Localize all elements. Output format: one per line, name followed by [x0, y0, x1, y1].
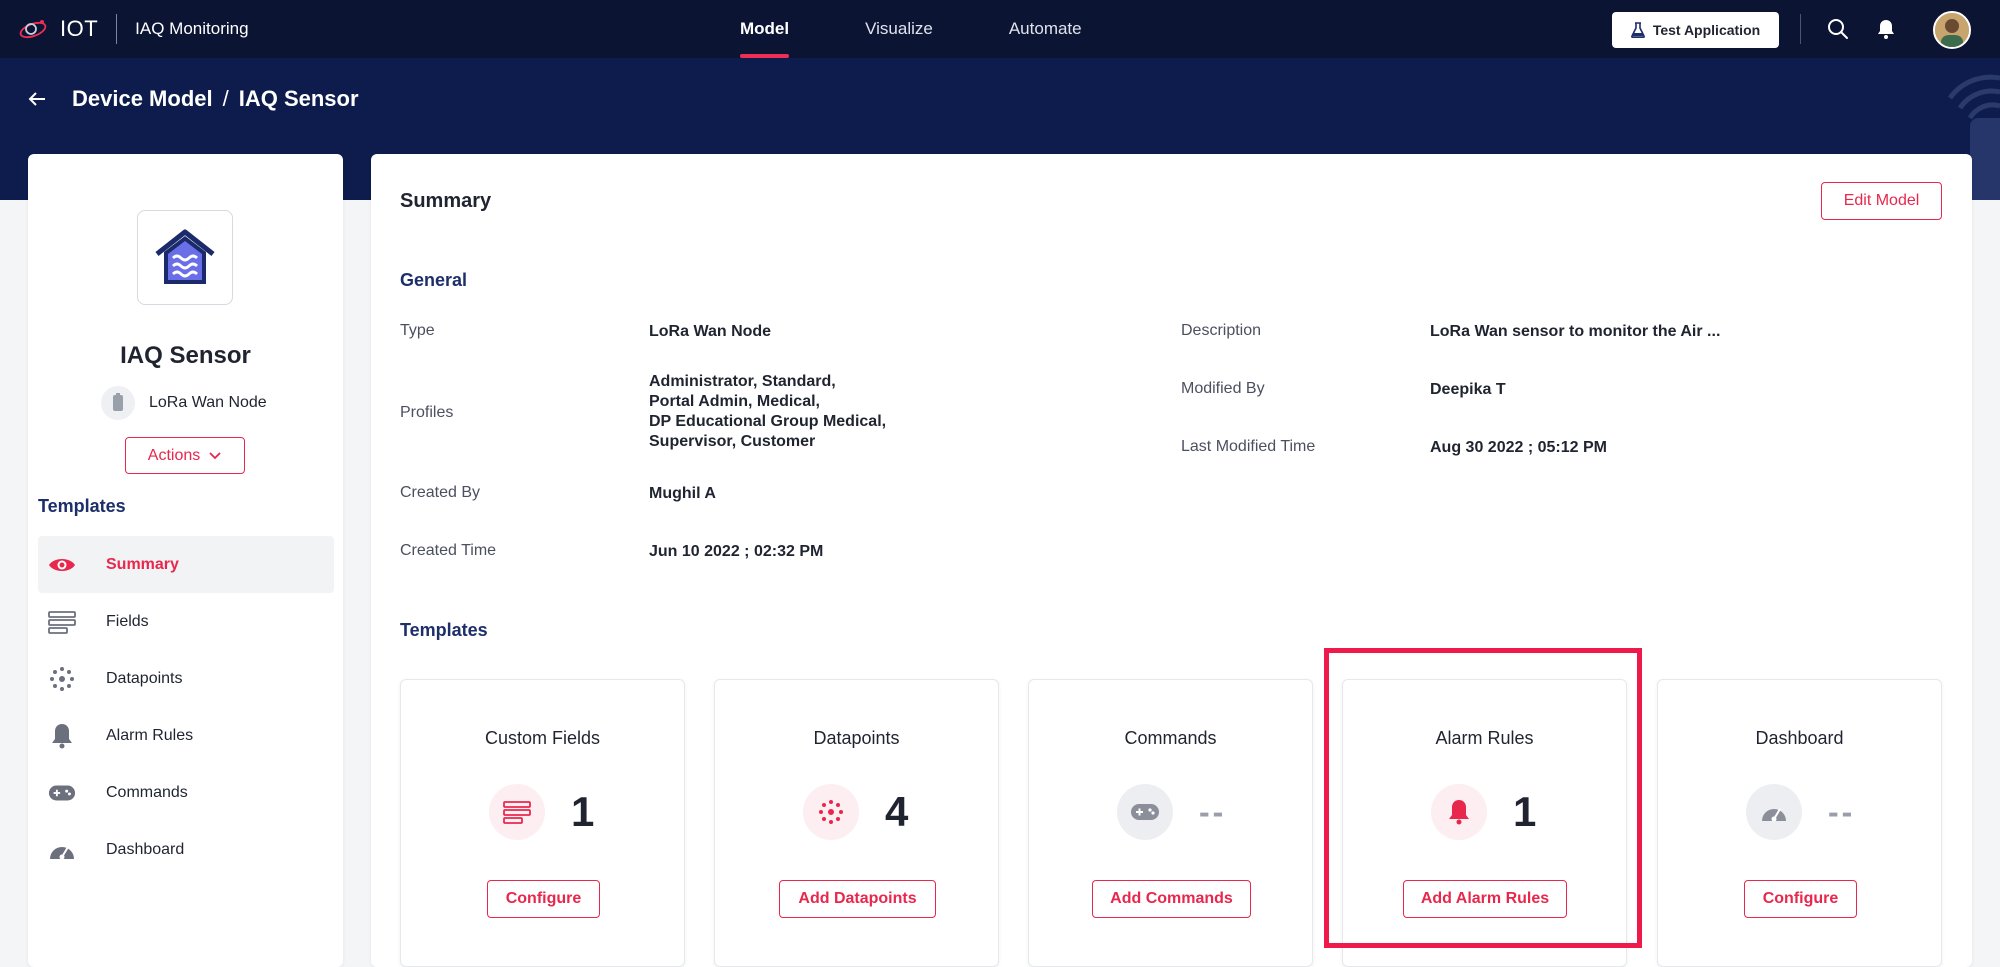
profiles-line: DP Educational Group Medical, [649, 413, 887, 430]
last-modified-value: Aug 30 2022 ; 05:12 PM [1430, 439, 1607, 456]
type-value: LoRa Wan Node [649, 323, 772, 340]
sidebar-item-summary[interactable]: Summary [38, 536, 334, 593]
flask-icon [1630, 22, 1645, 38]
nav-automate[interactable]: Automate [1009, 0, 1082, 58]
sidebar-item-commands[interactable]: Commands [38, 764, 334, 821]
profiles-line: Administrator, Standard, [649, 373, 836, 390]
breadcrumb-current: IAQ Sensor [238, 86, 359, 111]
main-nav: Model Visualize Automate [740, 0, 1158, 58]
fields-icon [489, 784, 545, 840]
sidebar-item-alarm-rules[interactable]: Alarm Rules [38, 707, 334, 764]
brand[interactable]: IOT IAQ Monitoring [18, 0, 249, 58]
sidebar-item-fields[interactable]: Fields [38, 593, 334, 650]
modified-by-label: Modified By [1181, 380, 1265, 397]
notification-bell-icon[interactable] [1874, 17, 1898, 41]
edit-model-button[interactable]: Edit Model [1821, 182, 1942, 220]
actions-label: Actions [147, 446, 201, 464]
device-name: IAQ Sensor [120, 342, 251, 369]
eye-icon [48, 551, 76, 579]
created-time-value: Jun 10 2022 ; 02:32 PM [649, 543, 824, 560]
brand-name: IOT [60, 16, 99, 41]
template-card-commands: Commands -- Add Commands [1028, 679, 1313, 967]
gamepad-icon [1117, 784, 1173, 840]
brand-logo-icon [19, 20, 47, 39]
add-commands-button[interactable]: Add Commands [1092, 880, 1251, 918]
card-count: 1 [571, 788, 595, 835]
test-application-button[interactable]: Test Application [1612, 12, 1779, 48]
profiles-line: Portal Admin, Medical, [649, 393, 820, 410]
modified-by-value: Deepika T [1430, 381, 1506, 398]
fields-icon [48, 608, 76, 636]
device-type: LoRa Wan Node [101, 386, 267, 420]
sidebar-item-label: Summary [106, 555, 179, 573]
last-modified-label: Last Modified Time [1181, 438, 1316, 455]
card-count: -- [1199, 793, 1227, 830]
profiles-line: Supervisor, Customer [649, 433, 816, 450]
profiles-label: Profiles [400, 404, 454, 421]
chevron-down-icon [209, 451, 221, 459]
test-application-label: Test Application [1652, 22, 1761, 38]
card-title: Commands [1124, 728, 1217, 748]
house-air-icon [155, 229, 215, 284]
actions-dropdown-button[interactable]: Actions [125, 437, 245, 474]
nav-visualize[interactable]: Visualize [865, 0, 933, 58]
sidebar-item-label: Alarm Rules [106, 726, 194, 744]
card-title: Dashboard [1755, 728, 1844, 748]
summary-panel: Summary Edit Model General Type LoRa Wan… [371, 154, 1972, 967]
created-by-value: Mughil A [649, 485, 716, 502]
breadcrumb-separator: / [222, 86, 229, 111]
description-label: Description [1181, 322, 1262, 339]
card-title: Datapoints [813, 728, 900, 748]
card-title: Custom Fields [484, 728, 601, 748]
gamepad-icon [48, 779, 76, 807]
search-icon[interactable] [1826, 17, 1850, 41]
description-value: LoRa Wan sensor to monitor the Air ... [1430, 323, 1721, 340]
card-count: -- [1828, 793, 1856, 830]
breadcrumb: Device Model / IAQ Sensor [72, 86, 359, 112]
sidebar-templates-heading: Templates [38, 496, 126, 516]
bell-icon [48, 722, 76, 750]
created-time-label: Created Time [400, 542, 497, 559]
alarm-rules-highlight-box [1324, 648, 1642, 948]
sidebar-item-label: Fields [106, 612, 149, 630]
sidebar-item-label: Datapoints [106, 669, 183, 687]
sidebar-item-dashboard[interactable]: Dashboard [38, 821, 334, 878]
device-icon-box [137, 210, 233, 305]
toolbar-divider [1800, 14, 1801, 44]
datapoints-icon [48, 665, 76, 693]
profiles-value: Administrator, Standard, Portal Admin, M… [649, 372, 886, 452]
breadcrumb-device-model[interactable]: Device Model [72, 86, 213, 111]
avatar-image [1935, 13, 1969, 47]
add-datapoints-button[interactable]: Add Datapoints [779, 880, 936, 918]
app-name: IAQ Monitoring [135, 19, 249, 38]
template-card-custom-fields: Custom Fields 1 Configure [400, 679, 685, 967]
gauge-icon [1746, 784, 1802, 840]
brand-divider [116, 14, 118, 44]
templates-heading: Templates [400, 620, 488, 640]
sidebar-item-datapoints[interactable]: Datapoints [38, 650, 334, 707]
summary-title: Summary [400, 190, 492, 212]
node-icon [101, 386, 135, 420]
created-by-label: Created By [400, 484, 481, 501]
nav-model[interactable]: Model [740, 0, 790, 58]
datapoints-icon [803, 784, 859, 840]
user-avatar[interactable] [1933, 11, 1971, 49]
configure-custom-fields-button[interactable]: Configure [487, 880, 600, 918]
device-side-panel: IAQ Sensor LoRa Wan Node Actions Templat… [28, 154, 343, 967]
template-card-dashboard: Dashboard -- Configure [1657, 679, 1942, 967]
sidebar-item-label: Dashboard [106, 840, 185, 858]
type-label: Type [400, 322, 435, 339]
card-count: 4 [885, 788, 909, 835]
templates-nav: Summary Fields Datapoints Alarm Rules Co… [38, 536, 334, 878]
back-arrow-icon[interactable] [26, 88, 48, 110]
configure-dashboard-button[interactable]: Configure [1744, 880, 1857, 918]
template-card-datapoints: Datapoints 4 Add Datapoints [714, 679, 999, 967]
top-navbar: IOT IAQ Monitoring Model Visualize Autom… [0, 0, 2000, 58]
gauge-icon [48, 836, 76, 864]
general-heading: General [400, 270, 468, 290]
sidebar-item-label: Commands [106, 783, 188, 801]
device-type-label: LoRa Wan Node [149, 394, 267, 411]
